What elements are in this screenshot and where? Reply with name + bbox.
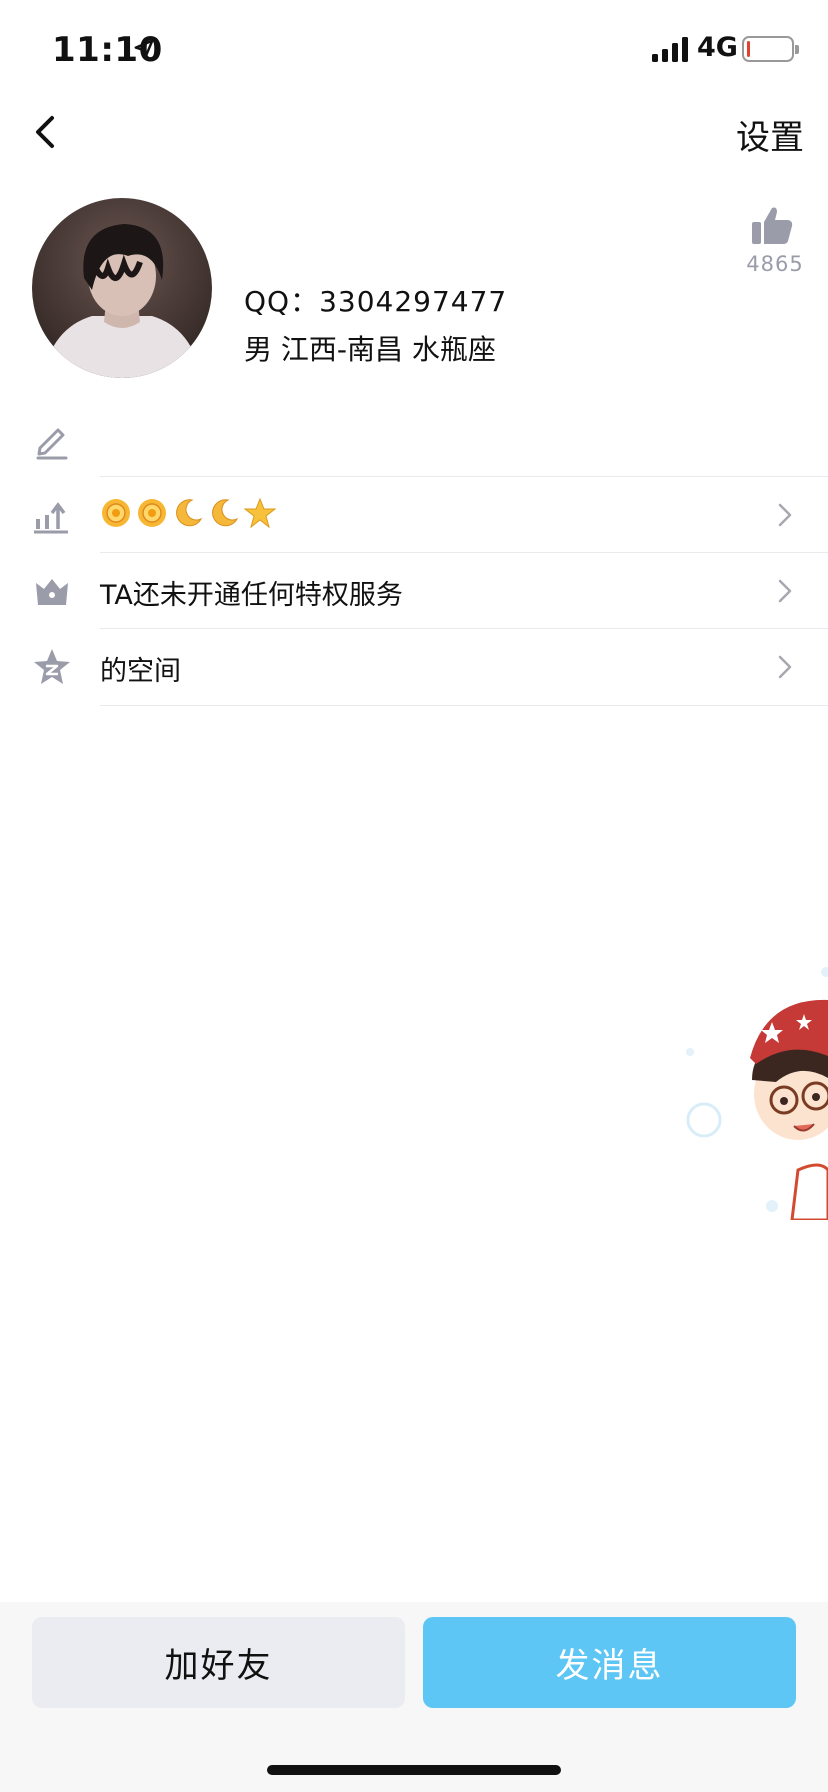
edit-pencil-icon xyxy=(36,428,68,460)
moon-badge-icon xyxy=(212,499,239,527)
back-chevron-icon[interactable] xyxy=(24,104,72,160)
add-friend-button[interactable]: 加好友 xyxy=(32,1617,405,1708)
battery-level xyxy=(747,41,750,57)
divider xyxy=(100,705,828,706)
battery-icon xyxy=(742,36,799,62)
privilege-row[interactable]: TA还未开通任何特权服务 xyxy=(0,553,828,628)
signal-bars-icon xyxy=(652,37,688,62)
home-indicator[interactable] xyxy=(267,1765,561,1775)
qzone-star-icon xyxy=(34,649,70,684)
avatar[interactable] xyxy=(32,198,212,378)
network-type: 4G xyxy=(697,32,738,63)
chevron-right-icon xyxy=(778,503,792,527)
send-message-button[interactable]: 发消息 xyxy=(423,1617,796,1708)
crown-icon xyxy=(36,579,68,605)
level-chart-icon xyxy=(34,502,68,534)
chevron-right-icon xyxy=(778,579,792,603)
qzone-text: 的空间 xyxy=(100,656,181,687)
star-badge-icon xyxy=(244,497,276,529)
chevron-right-icon xyxy=(778,655,792,679)
status-bar: 11:10 4G xyxy=(0,0,828,100)
qzone-row[interactable]: 的空间 xyxy=(0,629,828,704)
moon-badge-icon xyxy=(176,499,203,527)
like-count: 4865 xyxy=(746,252,804,276)
signature-row[interactable] xyxy=(0,410,828,476)
settings-button[interactable]: 设置 xyxy=(736,110,804,159)
thumbs-up-icon[interactable] xyxy=(750,204,794,248)
profile-info: 男 江西-南昌 水瓶座 xyxy=(244,333,496,366)
cartoon-sticker[interactable] xyxy=(680,960,828,1220)
qq-number: QQ：3304297477 xyxy=(244,285,508,318)
level-badges xyxy=(100,497,276,529)
privilege-text: TA还未开通任何特权服务 xyxy=(100,580,403,611)
sun-badge-icon xyxy=(102,499,130,527)
location-arrow-icon xyxy=(134,39,154,59)
avatar-photo xyxy=(32,198,212,378)
sun-badge-icon xyxy=(138,499,166,527)
